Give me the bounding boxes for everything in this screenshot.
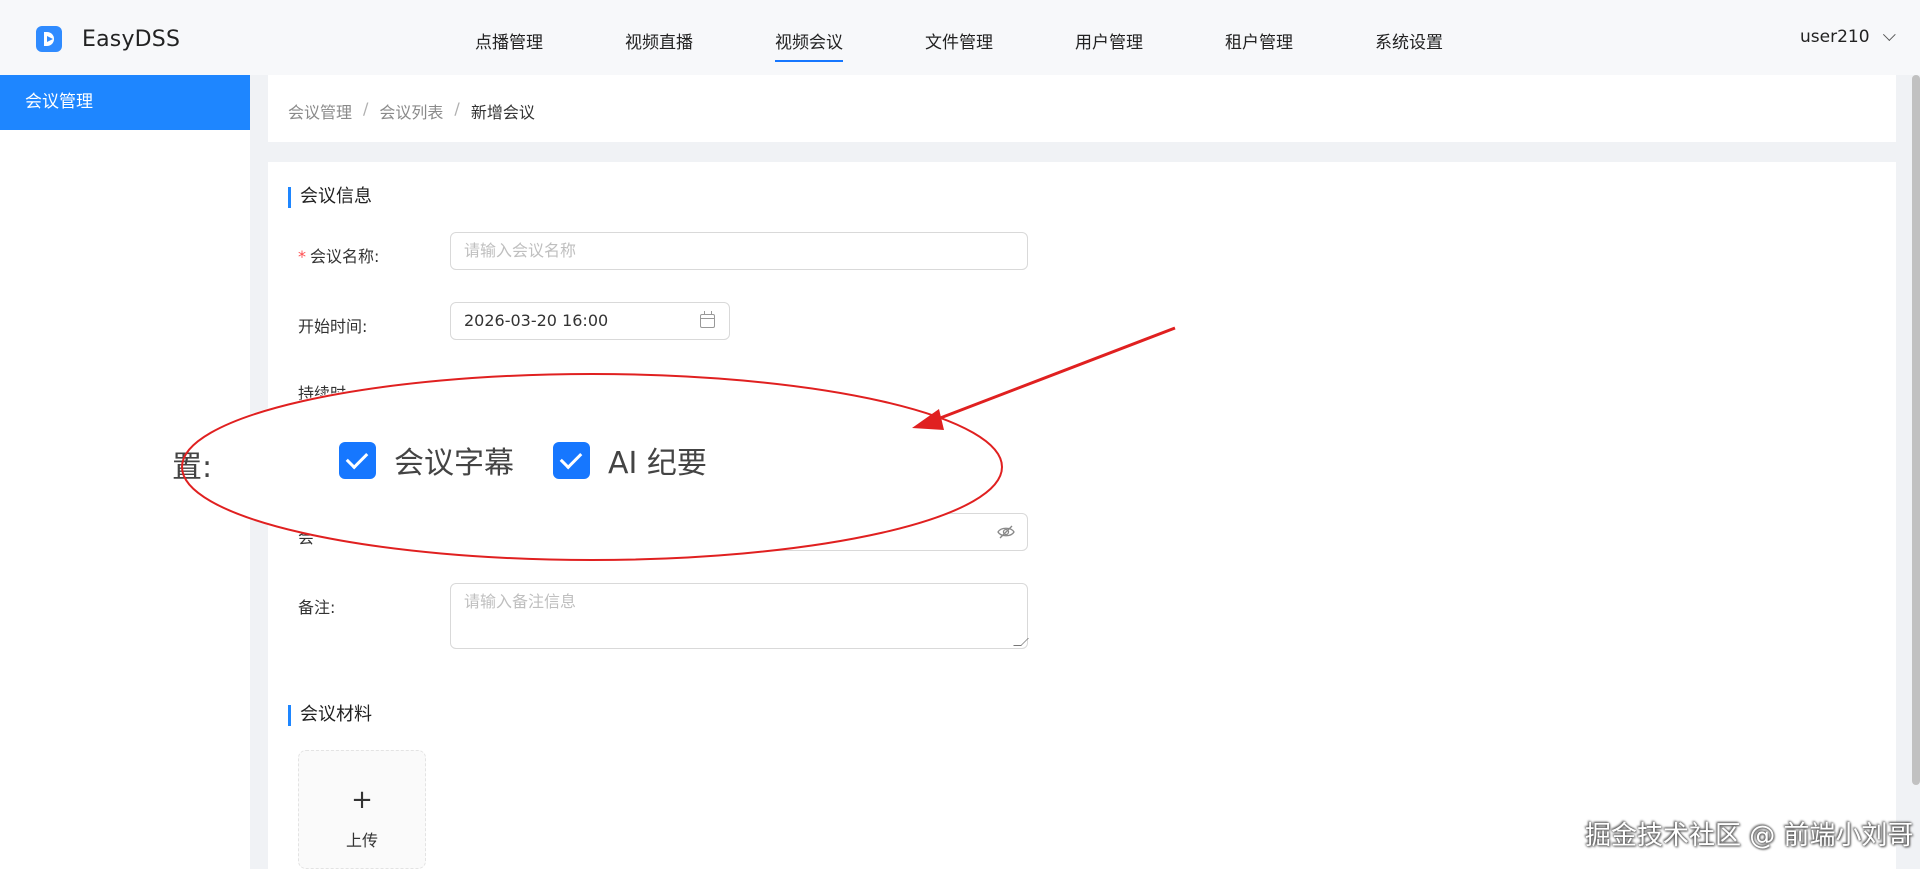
password-label: 会	[298, 528, 315, 547]
nav-item-users[interactable]: 用户管理	[1075, 28, 1143, 53]
user-menu[interactable]: user210	[1800, 27, 1896, 47]
main-form-card: 会议信息 * 会议名称: 请输入会议名称 开始时间: 2026-03-20 16:…	[268, 162, 1896, 869]
remark-textarea[interactable]: 请输入备注信息	[450, 583, 1029, 649]
start-time-label: 开始时间:	[298, 317, 368, 336]
top-header: EasyDSS 点播管理 视频直播 视频会议 文件管理 用户管理 租户管理 系统…	[0, 0, 1920, 75]
meeting-name-placeholder: 请输入会议名称	[464, 241, 577, 260]
plus-icon: +	[351, 785, 373, 815]
meeting-password-input[interactable]	[450, 513, 1028, 551]
section-title-meeting-material: 会议材料	[288, 704, 372, 726]
upload-button[interactable]: + 上传	[298, 750, 426, 869]
app-name: EasyDSS	[82, 26, 181, 52]
breadcrumb-separator: /	[454, 99, 460, 118]
nav-item-files[interactable]: 文件管理	[925, 28, 993, 53]
sidebar-item-meeting-management[interactable]: 会议管理	[0, 75, 250, 130]
remark-label: 备注:	[298, 598, 336, 617]
eye-off-icon[interactable]	[997, 524, 1015, 540]
nav-item-tenants[interactable]: 租户管理	[1225, 28, 1293, 53]
meeting-name-label: * 会议名称:	[298, 247, 380, 266]
logo-icon	[36, 26, 62, 52]
required-mark: *	[298, 247, 306, 266]
start-time-value: 2026-03-20 16:00	[464, 311, 609, 330]
meeting-name-input[interactable]: 请输入会议名称	[450, 232, 1028, 270]
breadcrumb-separator: /	[363, 99, 369, 118]
app-logo[interactable]: EasyDSS	[36, 26, 180, 52]
duration-label: 持续时	[298, 384, 347, 403]
nav-item-settings[interactable]: 系统设置	[1375, 28, 1443, 53]
user-name: user210	[1800, 27, 1870, 47]
nav-item-live[interactable]: 视频直播	[625, 28, 693, 53]
chevron-down-icon	[1882, 27, 1896, 41]
resize-handle-icon[interactable]	[1013, 638, 1029, 646]
nav-item-meeting[interactable]: 视频会议	[775, 28, 843, 62]
section-title-meeting-info: 会议信息	[288, 186, 372, 208]
breadcrumb: 会议管理 / 会议列表 / 新增会议	[288, 99, 535, 123]
breadcrumb-card: 会议管理 / 会议列表 / 新增会议	[268, 75, 1896, 142]
remark-placeholder: 请输入备注信息	[464, 592, 577, 611]
nav-item-vod[interactable]: 点播管理	[475, 28, 543, 53]
page-scrollbar[interactable]	[1912, 75, 1920, 785]
start-time-picker[interactable]: 2026-03-20 16:00	[450, 302, 730, 340]
sidebar: 会议管理	[0, 75, 250, 869]
upload-label: 上传	[345, 831, 378, 850]
breadcrumb-meeting-management[interactable]: 会议管理	[288, 99, 352, 123]
calendar-icon	[700, 311, 715, 328]
breadcrumb-current: 新增会议	[470, 103, 535, 122]
breadcrumb-meeting-list[interactable]: 会议列表	[379, 99, 443, 123]
